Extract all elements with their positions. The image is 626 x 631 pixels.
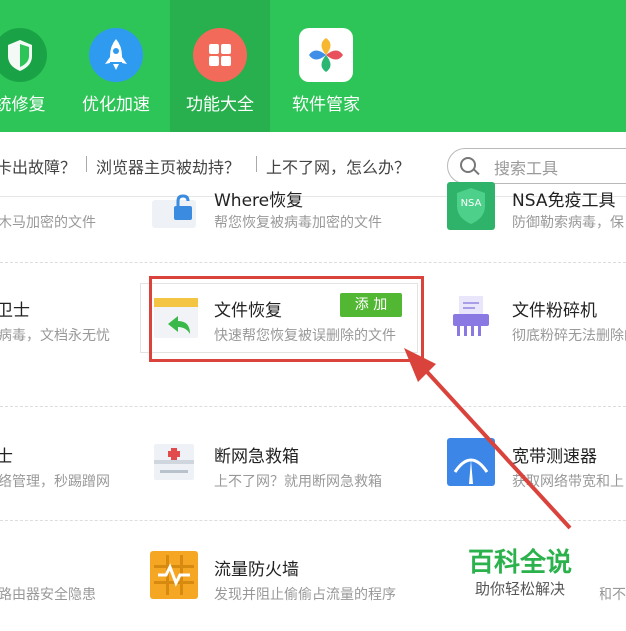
annotation-arrow <box>404 348 572 530</box>
watermark-logo: 百科全说 助你轻松解决 <box>440 540 600 606</box>
watermark-subtitle: 助你轻松解决 <box>474 580 565 598</box>
watermark-title: 百科全说 <box>467 548 572 578</box>
